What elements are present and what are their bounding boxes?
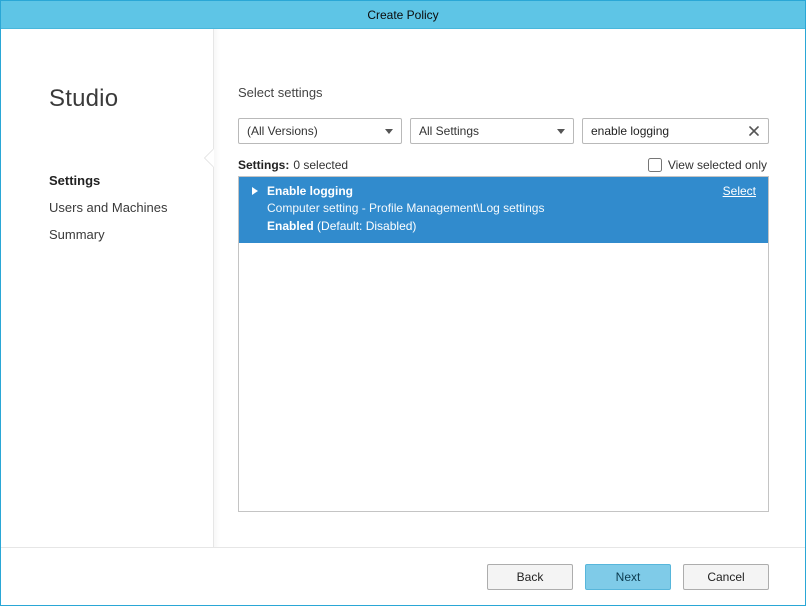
titlebar: Create Policy — [1, 1, 805, 29]
item-subtitle: Computer setting - Profile Management\Lo… — [267, 200, 754, 217]
wizard-steps: Settings Users and Machines Summary — [49, 167, 213, 248]
expand-icon[interactable] — [252, 187, 258, 195]
chevron-down-icon — [557, 129, 565, 134]
next-button[interactable]: Next — [585, 564, 671, 590]
footer: Back Next Cancel — [1, 547, 805, 605]
step-label: Users and Machines — [49, 200, 168, 215]
content-area: Studio Settings Users and Machines Summa… — [1, 29, 805, 547]
selection-status-label: Settings: — [238, 158, 289, 172]
view-selected-only[interactable]: View selected only — [648, 158, 767, 172]
sidebar: Studio Settings Users and Machines Summa… — [1, 29, 213, 547]
back-button[interactable]: Back — [487, 564, 573, 590]
clear-search-button[interactable] — [746, 123, 762, 139]
item-state-default: (Default: Disabled) — [317, 219, 416, 233]
brand-label: Studio — [49, 85, 213, 113]
settings-list-item[interactable]: Enable logging Computer setting - Profil… — [239, 177, 768, 243]
status-row: Settings: 0 selected View selected only — [238, 158, 769, 172]
step-users-and-machines[interactable]: Users and Machines — [49, 194, 213, 221]
item-state-value: Enabled — [267, 219, 314, 233]
view-selected-only-label[interactable]: View selected only — [668, 158, 767, 172]
close-icon — [748, 125, 760, 137]
cancel-button[interactable]: Cancel — [683, 564, 769, 590]
item-state: Enabled (Default: Disabled) — [267, 218, 754, 235]
window-title: Create Policy — [367, 8, 438, 22]
step-summary[interactable]: Summary — [49, 221, 213, 248]
versions-combo-value: (All Versions) — [247, 124, 318, 138]
selection-status-count: 0 selected — [293, 158, 348, 172]
step-settings[interactable]: Settings — [49, 167, 213, 194]
step-label: Summary — [49, 227, 105, 242]
search-field-wrap — [582, 118, 769, 144]
chevron-down-icon — [385, 129, 393, 134]
step-label: Settings — [49, 173, 100, 188]
search-input[interactable] — [591, 119, 746, 143]
versions-combo[interactable]: (All Versions) — [238, 118, 402, 144]
item-title: Enable logging — [267, 183, 754, 200]
active-step-pointer — [205, 149, 214, 167]
settings-combo[interactable]: All Settings — [410, 118, 574, 144]
dialog-create-policy: Create Policy Studio Settings Users and … — [0, 0, 806, 606]
main-panel: Select settings (All Versions) All Setti… — [213, 29, 805, 547]
panel-heading: Select settings — [238, 85, 769, 100]
filter-row: (All Versions) All Settings — [238, 118, 769, 144]
view-selected-only-checkbox[interactable] — [648, 158, 662, 172]
select-link[interactable]: Select — [723, 183, 756, 200]
settings-list[interactable]: Enable logging Computer setting - Profil… — [238, 176, 769, 512]
settings-combo-value: All Settings — [419, 124, 479, 138]
selection-status: Settings: 0 selected — [238, 158, 348, 172]
